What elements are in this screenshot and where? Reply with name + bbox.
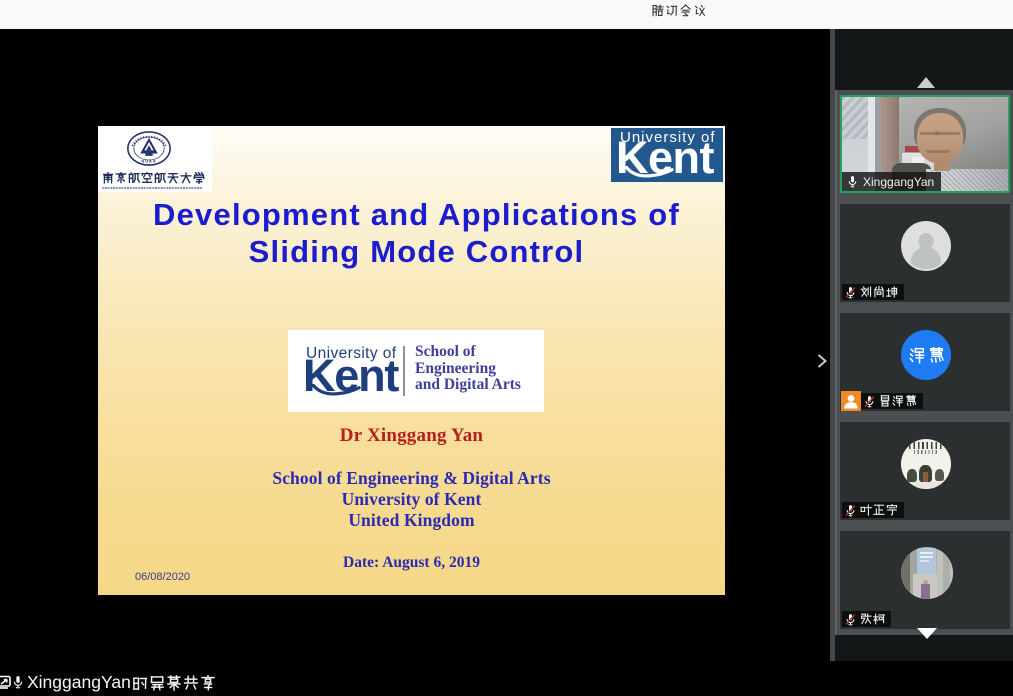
svg-text:NUAA: NUAA — [142, 158, 157, 163]
